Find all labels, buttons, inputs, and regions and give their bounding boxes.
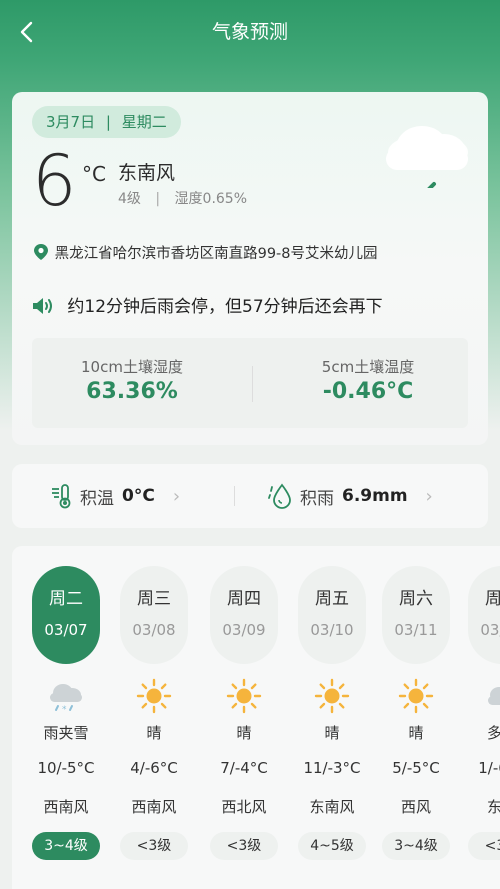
soil-panel: 10cm土壤湿度 63.36% 5cm土壤温度 -0.46°C	[32, 338, 468, 428]
accumulated-temperature-value: 0°C	[122, 486, 155, 506]
location-text: 黑龙江省哈尔滨市香坊区南直路99-8号艾米幼儿园	[54, 246, 378, 262]
speaker-icon	[33, 298, 52, 314]
forecast-temperature-range: 10/-5°C	[37, 759, 95, 777]
forecast-wind-level: <3级	[120, 832, 188, 860]
top-bar: 气象预测	[0, 0, 500, 64]
alert-text: 约12分钟后雨会停，但57分钟后还会再下	[67, 297, 383, 317]
forecast-temperature-range: 7/-4°C	[220, 759, 268, 777]
forecast-wind: 西风	[400, 798, 431, 816]
forecast-wind: 东南风	[309, 798, 355, 816]
svg-text:*: *	[62, 705, 67, 713]
soil-temperature: 5cm土壤温度 -0.46°C	[268, 356, 468, 404]
accumulation-divider	[234, 486, 235, 506]
forecast-day[interactable]: 周四 03/09 晴 7/-4°C 西北风 <3级	[204, 546, 284, 860]
date-pill: 3月7日 | 星期二	[32, 106, 181, 138]
accumulated-rain-value: 6.9mm	[342, 486, 408, 506]
forecast-date: 03/07	[44, 621, 88, 639]
wind-level: 4级	[118, 191, 141, 207]
forecast-temperature-range: 11/-3°C	[303, 759, 361, 777]
current-weekday: 星期二	[121, 113, 167, 131]
day-pill[interactable]: 周二 03/07	[32, 566, 100, 664]
forecast-temperature-range: 5/-5°C	[392, 759, 440, 777]
accumulation-bar: 积温 0°C › 积雨 6.9mm ›	[12, 464, 488, 528]
cloud-rain-icon	[386, 126, 468, 188]
soil-temperature-value: -0.46°C	[322, 379, 414, 404]
thermometer-icon	[52, 484, 71, 509]
chevron-right-icon: ›	[425, 485, 433, 507]
forecast-temperature-range: 1/-6°C	[478, 759, 500, 777]
forecast-wind: 西北风	[221, 798, 267, 816]
day-pill[interactable]: 周日 03/12	[468, 566, 500, 664]
forecast-day[interactable]: 周三 03/08 晴 4/-6°C 西南风 <3级	[114, 546, 194, 860]
location-pin-icon	[34, 244, 48, 260]
chevron-right-icon: ›	[172, 485, 181, 507]
day-pill[interactable]: 周四 03/09	[210, 566, 278, 664]
forecast-day[interactable]: 周六 03/11 晴 5/-5°C 西风 3~4级	[376, 546, 456, 860]
forecast-date: 03/10	[310, 621, 354, 639]
current-wind: 东南风	[118, 162, 176, 184]
soil-humidity-label: 10cm土壤湿度	[81, 358, 183, 376]
soil-divider	[252, 366, 253, 402]
forecast-condition: 晴	[324, 724, 340, 742]
soil-temperature-label: 5cm土壤温度	[321, 358, 415, 376]
forecast-wind-level: 3~4级	[382, 832, 450, 860]
forecast-temperature-range: 4/-6°C	[130, 759, 178, 777]
forecast-weekday: 周六	[399, 589, 433, 609]
wind-humidity-line: 4级 | 湿度0.65%	[118, 191, 248, 207]
forecast-day[interactable]: 周日 03/12 多云 1/-6°C 东风 <3级	[462, 546, 500, 860]
forecast-weekday: 周日	[485, 589, 500, 609]
forecast-wind: 西南风	[131, 798, 177, 816]
day-pill[interactable]: 周三 03/08	[120, 566, 188, 664]
forecast-wind-level: 3~4级	[32, 832, 100, 860]
forecast-weekday: 周四	[227, 589, 261, 609]
forecast-date: 03/11	[394, 621, 438, 639]
forecast-condition: 晴	[236, 724, 252, 742]
forecast-condition: 多云	[486, 724, 500, 742]
day-pill[interactable]: 周六 03/11	[382, 566, 450, 664]
day-pill[interactable]: 周五 03/10	[298, 566, 366, 664]
soil-humidity-value: 63.36%	[86, 379, 178, 404]
current-date: 3月7日	[46, 113, 96, 131]
sun-icon	[114, 678, 194, 714]
current-temperature: 6	[32, 140, 77, 222]
forecast-weekday: 周三	[137, 589, 171, 609]
forecast-date: 03/12	[480, 621, 500, 639]
humidity: 湿度0.65%	[174, 191, 248, 207]
page-title: 气象预测	[211, 21, 288, 43]
forecast-weekday: 周五	[315, 589, 349, 609]
accumulated-rain[interactable]: 积雨 6.9mm ›	[268, 464, 433, 528]
forecast-wind-level: <3级	[210, 832, 278, 860]
forecast-weekday: 周二	[49, 589, 83, 609]
cloud-icon	[462, 678, 500, 714]
sun-icon	[376, 678, 456, 714]
sun-icon	[292, 678, 372, 714]
forecast-wind: 东风	[486, 798, 500, 816]
sun-icon	[204, 678, 284, 714]
forecast-condition: 晴	[408, 724, 424, 742]
temperature-unit: °C	[82, 162, 106, 186]
soil-humidity: 10cm土壤湿度 63.36%	[32, 356, 232, 404]
forecast-wind-level: <3级	[468, 832, 500, 860]
forecast-condition: 雨夹雪	[43, 724, 89, 742]
raindrop-icon	[268, 483, 291, 509]
forecast-wind: 西南风	[43, 798, 89, 816]
forecast-wind-level: 4~5级	[298, 832, 366, 860]
location: 黑龙江省哈尔滨市香坊区南直路99-8号艾米幼儿园	[34, 242, 378, 263]
sleet-icon: *	[26, 678, 106, 714]
daily-forecast: 周二 03/07 * 雨夹雪 10/-5°C 西南风 3~4级 周三 03/08…	[12, 546, 500, 889]
accumulated-temperature-label: 积温	[80, 488, 114, 509]
forecast-date: 03/08	[132, 621, 176, 639]
accumulated-temperature[interactable]: 积温 0°C ›	[50, 464, 180, 528]
rain-alert: 约12分钟后雨会停，但57分钟后还会再下	[32, 292, 383, 317]
accumulated-rain-label: 积雨	[300, 488, 334, 509]
forecast-condition: 晴	[146, 724, 162, 742]
forecast-date: 03/09	[222, 621, 266, 639]
forecast-day[interactable]: 周五 03/10 晴 11/-3°C 东南风 4~5级	[292, 546, 372, 860]
current-weather-card: 3月7日 | 星期二 6 °C 东南风 4级 | 湿度0.65% 黑龙江省哈尔滨…	[12, 92, 488, 445]
forecast-day[interactable]: 周二 03/07 * 雨夹雪 10/-5°C 西南风 3~4级	[26, 546, 106, 860]
